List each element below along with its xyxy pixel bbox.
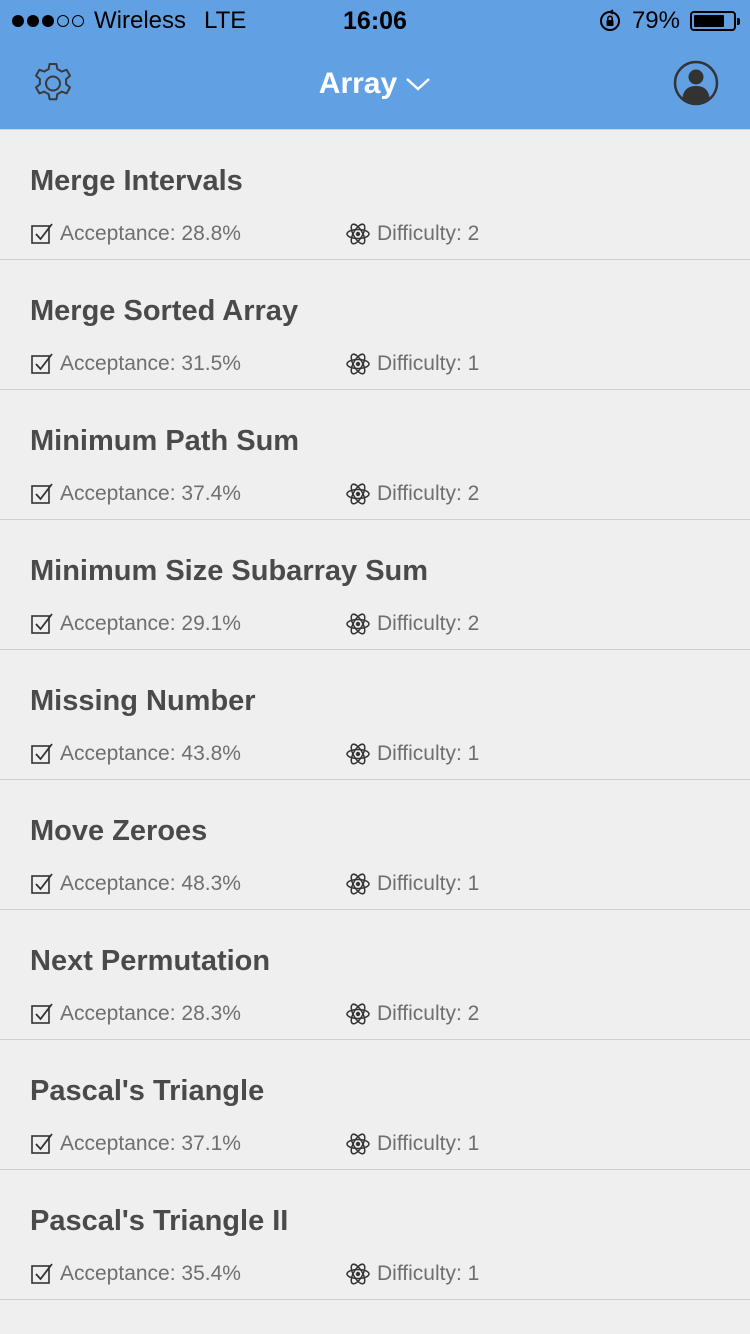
problem-title: Missing Number [30, 685, 256, 717]
difficulty-level: Difficulty: 1 [345, 1260, 479, 1288]
problem-title: Minimum Size Subarray Sum [30, 555, 429, 587]
acceptance-text: Acceptance: 37.4% [60, 482, 241, 505]
header: Wireless LTE 16:06 79% Array [0, 0, 750, 129]
difficulty-level: Difficulty: 2 [345, 1000, 479, 1028]
battery-icon [690, 11, 740, 31]
problem-row[interactable]: Pascal's Triangle Acceptance: 37.1% Diffic… [0, 1040, 750, 1170]
difficulty-text: Difficulty: 1 [377, 742, 480, 765]
problem-title: Minimum Path Sum [30, 425, 300, 457]
problem-title: Pascal's Triangle [30, 1075, 265, 1107]
checkbox-icon [31, 1263, 53, 1284]
difficulty-text: Difficulty: 1 [377, 352, 480, 375]
acceptance-rate: Acceptance: 37.1% [30, 1130, 241, 1158]
difficulty-level: Difficulty: 2 [345, 220, 479, 248]
difficulty-level: Difficulty: 1 [345, 740, 479, 768]
acceptance-rate: Acceptance: 28.8% [30, 220, 241, 248]
atom-icon [346, 353, 370, 375]
status-bar: Wireless LTE 16:06 79% [0, 0, 750, 40]
difficulty-text: Difficulty: 2 [377, 482, 480, 505]
acceptance-text: Acceptance: 28.8% [60, 222, 241, 245]
nav-title: Array [0, 64, 750, 104]
problem-title: Pascal's Triangle II [30, 1205, 289, 1237]
problem-row[interactable]: Minimum Path Sum Acceptance: 37.4% Difficu… [0, 390, 750, 520]
difficulty-level: Difficulty: 1 [345, 350, 479, 378]
difficulty-level: Difficulty: 1 [345, 1130, 479, 1158]
atom-icon [346, 613, 370, 635]
problem-list: Merge Intervals Acceptance: 28.8% Difficul… [0, 129, 750, 1300]
problem-row[interactable]: Minimum Size Subarray Sum Acceptance: 29.… [0, 520, 750, 650]
checkbox-icon [31, 873, 53, 894]
problem-title: Merge Sorted Array [30, 295, 299, 327]
checkbox-icon [31, 483, 53, 504]
difficulty-text: Difficulty: 2 [377, 612, 480, 635]
difficulty-text: Difficulty: 1 [377, 1132, 480, 1155]
acceptance-rate: Acceptance: 31.5% [30, 350, 241, 378]
acceptance-text: Acceptance: 35.4% [60, 1262, 241, 1285]
checkbox-icon [31, 353, 53, 374]
checkbox-icon [31, 223, 53, 244]
acceptance-text: Acceptance: 48.3% [60, 872, 241, 895]
acceptance-rate: Acceptance: 29.1% [30, 610, 241, 638]
problem-row[interactable]: Next Permutation Acceptance: 28.3% Difficu… [0, 910, 750, 1040]
atom-icon [346, 1133, 370, 1155]
difficulty-level: Difficulty: 1 [345, 870, 479, 898]
status-right: 79% [598, 6, 740, 36]
acceptance-text: Acceptance: 28.3% [60, 1002, 241, 1025]
acceptance-rate: Acceptance: 35.4% [30, 1260, 241, 1288]
user-icon [673, 60, 719, 106]
atom-icon [346, 223, 370, 245]
acceptance-text: Acceptance: 43.8% [60, 742, 241, 765]
battery-fill [694, 15, 725, 27]
problem-row[interactable]: Merge Sorted Array Acceptance: 31.5% Diffi… [0, 260, 750, 390]
atom-icon [346, 743, 370, 765]
problem-row[interactable]: Missing Number Acceptance: 43.8% Difficult… [0, 650, 750, 780]
difficulty-level: Difficulty: 2 [345, 610, 479, 638]
problem-title: Merge Intervals [30, 165, 243, 197]
difficulty-level: Difficulty: 2 [345, 480, 479, 508]
acceptance-text: Acceptance: 29.1% [60, 612, 241, 635]
category-title: Array [318, 67, 398, 100]
acceptance-rate: Acceptance: 37.4% [30, 480, 241, 508]
atom-icon [346, 873, 370, 895]
problem-title: Move Zeroes [30, 815, 208, 847]
problem-title: Next Permutation [30, 945, 271, 977]
checkbox-icon [31, 1003, 53, 1024]
battery-tip [737, 18, 740, 25]
difficulty-text: Difficulty: 1 [377, 872, 480, 895]
atom-icon [346, 1263, 370, 1285]
acceptance-text: Acceptance: 31.5% [60, 352, 241, 375]
battery-percent: 79% [631, 7, 680, 34]
checkbox-icon [31, 613, 53, 634]
acceptance-text: Acceptance: 37.1% [60, 1132, 241, 1155]
atom-icon [346, 1003, 370, 1025]
acceptance-rate: Acceptance: 28.3% [30, 1000, 241, 1028]
checkbox-icon [31, 743, 53, 764]
problem-row[interactable]: Merge Intervals Acceptance: 28.8% Difficul… [0, 130, 750, 260]
profile-button[interactable] [672, 59, 720, 107]
category-selector[interactable]: Array [319, 64, 431, 104]
difficulty-text: Difficulty: 2 [377, 1002, 480, 1025]
checkbox-icon [31, 1133, 53, 1154]
acceptance-rate: Acceptance: 43.8% [30, 740, 241, 768]
problem-row[interactable]: Move Zeroes Acceptance: 48.3% Difficulty: … [0, 780, 750, 910]
difficulty-text: Difficulty: 1 [377, 1262, 480, 1285]
difficulty-text: Difficulty: 2 [377, 222, 480, 245]
acceptance-rate: Acceptance: 48.3% [30, 870, 241, 898]
problem-row[interactable]: Pascal's Triangle II Acceptance: 35.4% Dif… [0, 1170, 750, 1300]
orientation-lock-icon [599, 9, 620, 31]
chevron-down-icon [406, 78, 430, 91]
atom-icon [346, 483, 370, 505]
